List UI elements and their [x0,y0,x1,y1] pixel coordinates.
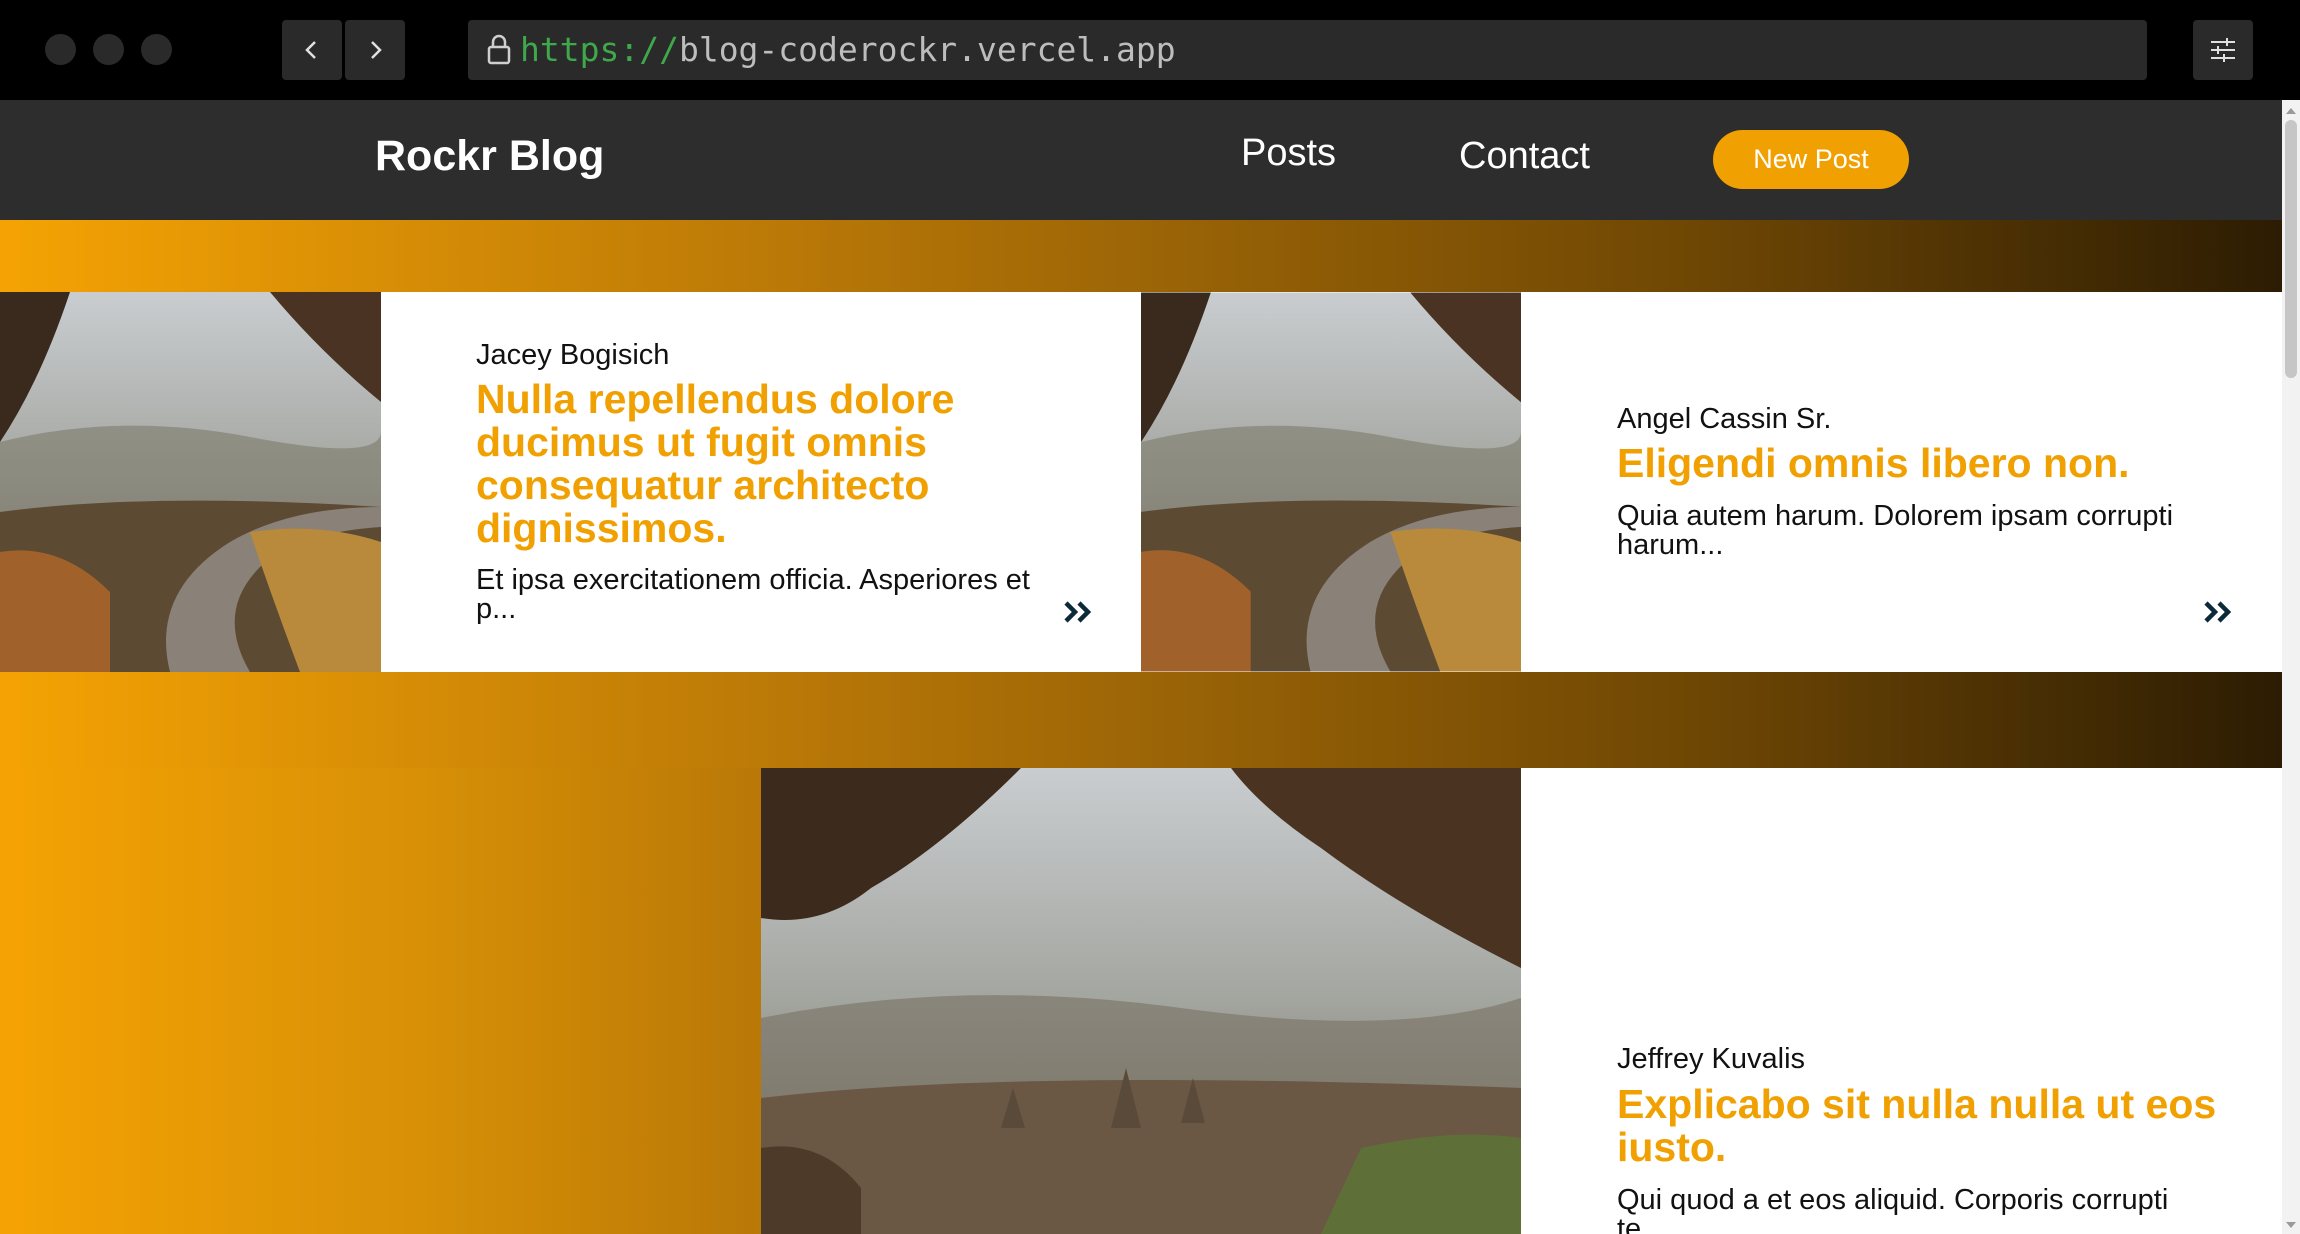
hero-band [0,220,2282,292]
site-logo[interactable]: Rockr Blog [375,132,604,181]
forward-button[interactable] [345,20,405,80]
post-title[interactable]: Nulla repellendus dolore ducimus ut fugi… [476,378,1056,550]
post-card: Jacey Bogisich Nulla repellendus dolore … [381,292,1141,672]
lock-icon [487,34,511,65]
post-image[interactable] [0,292,381,672]
scrollbar-thumb[interactable] [2285,120,2297,378]
new-post-button[interactable]: New Post [1713,130,1909,189]
window-close-dot[interactable] [45,34,76,65]
post-author: Jeffrey Kuvalis [1617,1043,1806,1075]
post-title[interactable]: Eligendi omnis libero non. [1617,442,2217,485]
sliders-icon [2211,38,2235,62]
post-excerpt: Quia autem harum. Dolorem ipsam corrupti… [1617,500,2174,561]
chevron-right-icon [371,41,382,59]
foggy-forest-image [761,768,1521,1234]
address-bar[interactable]: https://blog-coderockr.vercel.app [468,20,2147,80]
window-maximize-dot[interactable] [141,34,172,65]
window-minimize-dot[interactable] [93,34,124,65]
post-image[interactable] [1141,292,1521,672]
nav-contact[interactable]: Contact [1459,135,1590,178]
post-author: Angel Cassin Sr. [1617,403,1832,435]
page-viewport: Rockr Blog Posts Contact New Post Jacey … [0,100,2300,1234]
browser-chrome: https://blog-coderockr.vercel.app [0,0,2300,100]
read-more-icon[interactable] [2203,600,2235,624]
post-image[interactable] [761,768,1521,1234]
section-band [0,672,2282,768]
section-band-left [0,768,761,1234]
back-button[interactable] [282,20,342,80]
post-author: Jacey Bogisich [476,339,670,371]
scroll-up-icon[interactable] [2285,106,2297,116]
post-card: Jeffrey Kuvalis Explicabo sit nulla null… [1521,768,2282,1234]
post-card: Angel Cassin Sr. Eligendi omnis libero n… [1521,292,2282,672]
scroll-down-icon[interactable] [2285,1220,2297,1230]
browser-settings-button[interactable] [2193,20,2253,80]
chevron-left-icon [305,41,316,59]
site-header: Rockr Blog Posts Contact New Post [0,100,2282,220]
nav-posts[interactable]: Posts [1241,132,1336,175]
read-more-icon[interactable] [1063,600,1095,624]
post-title[interactable]: Explicabo sit nulla nulla ut eos iusto. [1617,1083,2217,1169]
post-excerpt: Qui quod a et eos aliquid. Corporis corr… [1617,1184,2169,1234]
url-text: https://blog-coderockr.vercel.app [520,20,1176,80]
forest-road-image [0,292,381,672]
forest-road-image [1141,292,1521,672]
post-excerpt: Et ipsa exercitationem officia. Asperior… [476,564,1030,625]
url-host: blog-coderockr.vercel.app [678,30,1176,69]
url-scheme: https:// [520,30,679,69]
